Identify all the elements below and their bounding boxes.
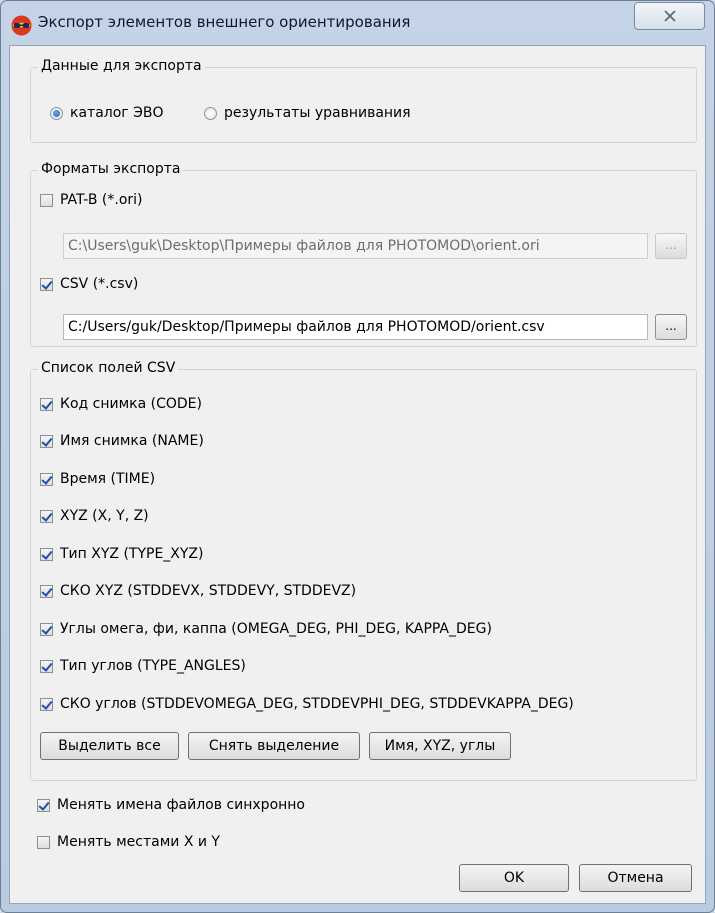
checkbox-indicator[interactable]	[40, 277, 53, 291]
checkbox-indicator[interactable]	[40, 472, 53, 486]
checkbox-indicator[interactable]	[40, 397, 53, 411]
field-time-label: Время (TIME)	[60, 471, 156, 487]
csv-fields-group: Список полей CSV Код снимка (CODE) Имя с…	[30, 360, 697, 781]
checkbox-indicator[interactable]	[40, 659, 53, 673]
field-type-angles-label: Тип углов (TYPE_ANGLES)	[60, 658, 246, 674]
field-code-label: Код снимка (CODE)	[60, 396, 202, 412]
checkbox-indicator[interactable]	[40, 697, 53, 711]
export-formats-group: Форматы экспорта PAT-B (*.ori) C:\Users\…	[30, 161, 697, 347]
radio-indicator[interactable]	[204, 106, 217, 120]
dialog-body: Данные для экспорта каталог ЭВО результа…	[9, 45, 706, 904]
window-title: Экспорт элементов внешнего ориентировани…	[38, 13, 411, 31]
app-logo-icon	[11, 15, 32, 36]
field-xyz-label: XYZ (X, Y, Z)	[60, 508, 149, 524]
field-stddev-angles-label: СКО углов (STDDEVOMEGA_DEG, STDDEVPHI_DE…	[60, 696, 574, 712]
radio-catalog-evo[interactable]: каталог ЭВО	[50, 105, 164, 121]
field-stddev-xyz[interactable]: СКО XYZ (STDDEVX, STDDEVY, STDDEVZ)	[40, 583, 356, 599]
field-stddev-xyz-label: СКО XYZ (STDDEVX, STDDEVY, STDDEVZ)	[60, 583, 357, 599]
export-data-group: Данные для экспорта каталог ЭВО результа…	[30, 58, 697, 143]
field-type-xyz-label: Тип XYZ (TYPE_XYZ)	[60, 546, 204, 562]
checkbox-csv-label: CSV (*.csv)	[60, 276, 139, 292]
checkbox-swap-xy-label: Менять местами X и Y	[57, 834, 220, 850]
checkbox-sync-names-label: Менять имена файлов синхронно	[57, 797, 306, 813]
field-name[interactable]: Имя снимка (NAME)	[40, 433, 204, 449]
csv-fields-group-title: Список полей CSV	[38, 360, 179, 376]
ok-button[interactable]: OK	[459, 864, 569, 892]
deselect-all-button[interactable]: Снять выделение	[188, 732, 360, 760]
field-xyz[interactable]: XYZ (X, Y, Z)	[40, 508, 149, 524]
csv-browse-button[interactable]: ...	[655, 314, 687, 340]
patb-path-field[interactable]: C:\Users\guk\Desktop\Примеры файлов для …	[63, 233, 648, 259]
field-time[interactable]: Время (TIME)	[40, 471, 155, 487]
checkbox-patb-label: PAT-B (*.ori)	[60, 192, 143, 208]
checkbox-indicator[interactable]	[40, 584, 53, 598]
checkbox-indicator[interactable]	[40, 622, 53, 636]
radio-catalog-evo-label: каталог ЭВО	[70, 105, 164, 121]
export-data-group-title: Данные для экспорта	[38, 58, 205, 74]
radio-adjustment-results-label: результаты уравнивания	[224, 105, 411, 121]
radio-adjustment-results[interactable]: результаты уравнивания	[204, 105, 411, 121]
cancel-button[interactable]: Отмена	[579, 864, 692, 892]
field-angles[interactable]: Углы омега, фи, каппа (OMEGA_DEG, PHI_DE…	[40, 621, 492, 637]
checkbox-swap-xy[interactable]: Менять местами X и Y	[37, 834, 220, 850]
checkbox-indicator[interactable]	[37, 835, 50, 849]
checkbox-sync-names[interactable]: Менять имена файлов синхронно	[37, 797, 305, 813]
checkbox-indicator[interactable]	[40, 193, 53, 207]
checkbox-csv[interactable]: CSV (*.csv)	[40, 276, 138, 292]
csv-path-field[interactable]: C:/Users/guk/Desktop/Примеры файлов для …	[63, 314, 648, 340]
checkbox-indicator[interactable]	[40, 547, 53, 561]
close-icon	[664, 10, 676, 22]
checkbox-patb[interactable]: PAT-B (*.ori)	[40, 192, 143, 208]
field-name-label: Имя снимка (NAME)	[60, 433, 204, 449]
field-type-angles[interactable]: Тип углов (TYPE_ANGLES)	[40, 658, 246, 674]
export-dialog-window: Экспорт элементов внешнего ориентировани…	[0, 0, 715, 913]
field-type-xyz[interactable]: Тип XYZ (TYPE_XYZ)	[40, 546, 204, 562]
field-code[interactable]: Код снимка (CODE)	[40, 396, 202, 412]
name-xyz-angles-button[interactable]: Имя, XYZ, углы	[369, 732, 511, 760]
checkbox-indicator[interactable]	[37, 798, 50, 812]
field-angles-label: Углы омега, фи, каппа (OMEGA_DEG, PHI_DE…	[60, 621, 492, 637]
checkbox-indicator[interactable]	[40, 434, 53, 448]
patb-browse-button[interactable]: ...	[655, 233, 687, 259]
close-button[interactable]	[634, 2, 705, 30]
field-stddev-angles[interactable]: СКО углов (STDDEVOMEGA_DEG, STDDEVPHI_DE…	[40, 696, 574, 712]
select-all-button[interactable]: Выделить все	[40, 732, 179, 760]
title-bar[interactable]: Экспорт элементов внешнего ориентировани…	[1, 1, 714, 37]
checkbox-indicator[interactable]	[40, 509, 53, 523]
export-formats-group-title: Форматы экспорта	[38, 161, 184, 177]
radio-indicator[interactable]	[50, 106, 63, 120]
